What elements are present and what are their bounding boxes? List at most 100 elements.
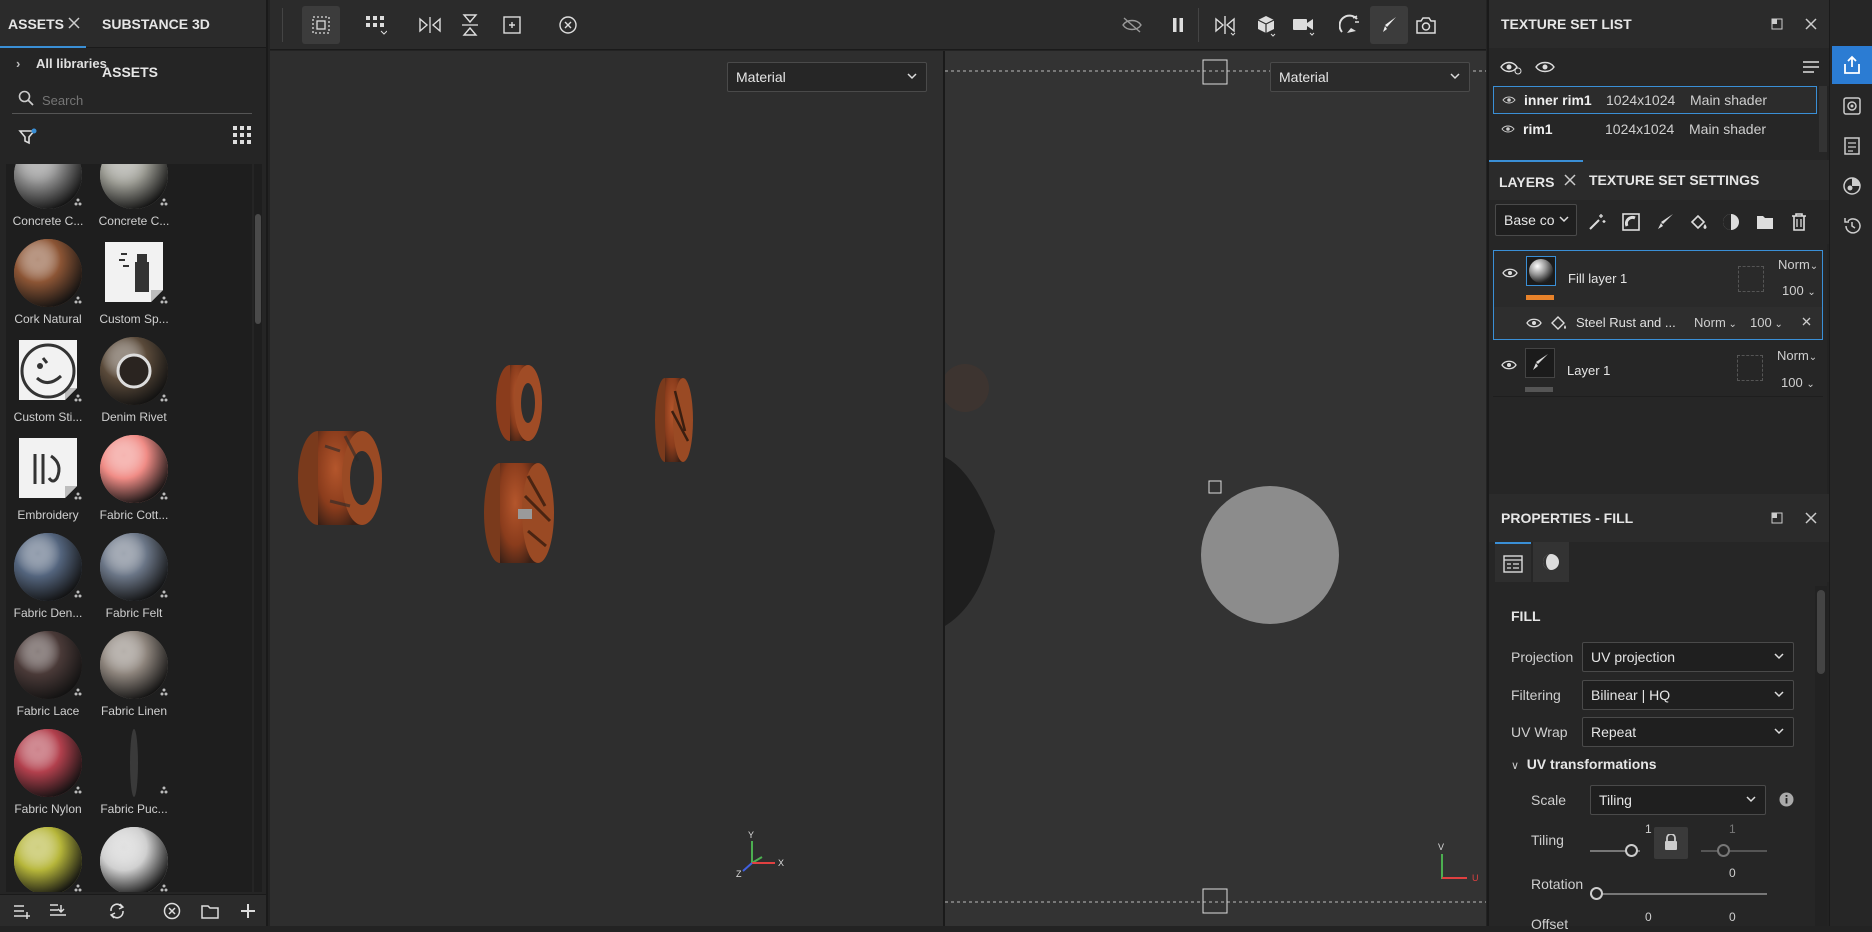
rotation-slider-handle[interactable]: [1590, 887, 1603, 900]
projection-select[interactable]: UV projection: [1582, 642, 1794, 672]
export-button[interactable]: [1832, 46, 1872, 84]
tiling-lock-button[interactable]: [1654, 827, 1688, 859]
screenshot-camera-icon[interactable]: [1412, 11, 1440, 39]
asset-item[interactable]: Concrete C...: [92, 164, 176, 228]
asset-item[interactable]: Fabric Lace: [6, 630, 90, 718]
tab-material-properties[interactable]: [1533, 542, 1569, 582]
paint-mode-button[interactable]: [1370, 6, 1408, 44]
cube-icon[interactable]: [1252, 11, 1280, 39]
asset-item[interactable]: Custom Sp...: [92, 238, 176, 326]
filter-icon[interactable]: [14, 123, 42, 151]
eye-icon[interactable]: [1531, 53, 1559, 81]
info-icon[interactable]: [1779, 792, 1794, 807]
effect-opacity[interactable]: 100 ⌄: [1750, 315, 1783, 330]
close-icon[interactable]: [1564, 174, 1576, 186]
layer-blend-mode[interactable]: Norm⌄: [1777, 348, 1817, 363]
close-icon[interactable]: [68, 17, 80, 29]
uv-grid-icon[interactable]: [362, 11, 390, 39]
tab-texture-set-settings[interactable]: TEXTURE SET SETTINGS: [1589, 160, 1759, 200]
tiling-slider-v-handle[interactable]: [1717, 844, 1730, 857]
filtering-select[interactable]: Bilinear | HQ: [1582, 680, 1794, 710]
folder-icon[interactable]: [196, 897, 224, 925]
asset-item[interactable]: Fabric Nylon: [6, 728, 90, 816]
layer-mask-slot[interactable]: [1737, 355, 1763, 381]
asset-scrollbar[interactable]: [254, 164, 262, 892]
magic-wand-icon[interactable]: [1583, 208, 1611, 236]
viewport-2d[interactable]: V U Material: [945, 51, 1486, 926]
layer-fill-1[interactable]: Fill layer 1 Norm⌄ 100 ⌄ Steel Rust and …: [1493, 250, 1823, 340]
shader-settings-icon[interactable]: [1838, 172, 1866, 200]
split-view-icon[interactable]: [1212, 11, 1240, 39]
reset-view-icon[interactable]: [554, 11, 582, 39]
layer-mask-slot[interactable]: [1738, 266, 1764, 292]
texture-set-row[interactable]: inner rim1 1024x1024 Main shader: [1493, 86, 1817, 114]
clear-icon[interactable]: [158, 897, 186, 925]
texture-set-scrollbar[interactable]: [1819, 86, 1827, 152]
rotation-slider[interactable]: [1590, 893, 1767, 895]
pause-icon[interactable]: [1164, 11, 1192, 39]
menu-icon[interactable]: [1797, 53, 1825, 81]
uvwrap-select[interactable]: Repeat: [1582, 717, 1794, 747]
asset-item[interactable]: Fabric Puc...: [92, 728, 176, 816]
refresh-icon[interactable]: [104, 897, 132, 925]
lighting-icon[interactable]: [1336, 11, 1364, 39]
scale-select[interactable]: Tiling: [1590, 785, 1766, 815]
maximize-icon[interactable]: [1771, 512, 1783, 524]
asset-item[interactable]: [6, 826, 90, 892]
layer-name[interactable]: Fill layer 1: [1568, 271, 1627, 286]
asset-item[interactable]: Cork Natural: [6, 238, 90, 326]
asset-item[interactable]: Concrete C...: [6, 164, 90, 228]
eye-icon[interactable]: [1526, 317, 1542, 329]
folder-icon[interactable]: [1751, 208, 1779, 236]
fill-bucket-icon[interactable]: [1685, 208, 1713, 236]
scrollbar-thumb[interactable]: [1817, 590, 1825, 674]
layer-name[interactable]: Layer 1: [1567, 363, 1610, 378]
symmetry-icon[interactable]: [416, 11, 444, 39]
tab-fill-properties[interactable]: [1495, 542, 1531, 582]
eye-icon[interactable]: [1502, 95, 1516, 105]
eye-icon[interactable]: [1501, 359, 1517, 371]
asset-item[interactable]: Fabric Cott...: [92, 434, 176, 522]
scrollbar-thumb[interactable]: [255, 214, 261, 324]
selection-tool-button[interactable]: [302, 6, 340, 44]
camera-video-icon[interactable]: [1290, 11, 1318, 39]
eye-icon[interactable]: [1501, 124, 1515, 134]
list-add-icon[interactable]: [8, 897, 36, 925]
layer-opacity[interactable]: 100 ⌄: [1781, 375, 1815, 390]
eye-icon[interactable]: [1502, 267, 1518, 279]
layer-opacity[interactable]: 100 ⌄: [1782, 283, 1816, 298]
display-settings-icon[interactable]: [1838, 92, 1866, 120]
mask-icon[interactable]: [1617, 208, 1645, 236]
hide-icon[interactable]: [1118, 11, 1146, 39]
texture-set-row[interactable]: rim1 1024x1024 Main shader: [1493, 116, 1817, 144]
layer-blend-mode[interactable]: Norm⌄: [1778, 257, 1818, 272]
asset-item[interactable]: Embroidery: [6, 434, 90, 522]
all-libraries-item[interactable]: › All libraries: [16, 52, 107, 76]
import-list-icon[interactable]: [44, 897, 72, 925]
viewport-3d[interactable]: Material Y X Z: [270, 51, 943, 926]
channel-select[interactable]: Base co: [1495, 204, 1577, 236]
asset-item[interactable]: Fabric Linen: [92, 630, 176, 718]
eye-settings-icon[interactable]: [1497, 53, 1525, 81]
properties-scrollbar[interactable]: [1815, 586, 1827, 926]
asset-item[interactable]: Custom Sti...: [6, 336, 90, 424]
close-icon[interactable]: [1802, 317, 1811, 326]
add-icon[interactable]: [234, 897, 262, 925]
symmetry-vertical-icon[interactable]: [456, 11, 484, 39]
trash-icon[interactable]: [1785, 208, 1813, 236]
asset-item[interactable]: Fabric Felt: [92, 532, 176, 620]
frame-selection-icon[interactable]: [498, 11, 526, 39]
uv-transformations-toggle[interactable]: ∨ UV transformations: [1511, 756, 1657, 776]
tiling-slider-u-handle[interactable]: [1625, 844, 1638, 857]
close-icon[interactable]: [1805, 512, 1817, 524]
asset-item[interactable]: Denim Rivet: [92, 336, 176, 424]
asset-item[interactable]: Fabric Den...: [6, 532, 90, 620]
layer-paint-1[interactable]: Layer 1 Norm⌄ 100 ⌄: [1493, 343, 1823, 397]
close-icon[interactable]: [1805, 18, 1817, 30]
effect-blend-mode[interactable]: Norm ⌄: [1694, 315, 1737, 330]
grid-view-icon[interactable]: [228, 121, 256, 149]
log-icon[interactable]: [1838, 132, 1866, 160]
asset-item[interactable]: [92, 826, 176, 892]
search-field[interactable]: [12, 86, 252, 114]
history-icon[interactable]: [1838, 212, 1866, 240]
